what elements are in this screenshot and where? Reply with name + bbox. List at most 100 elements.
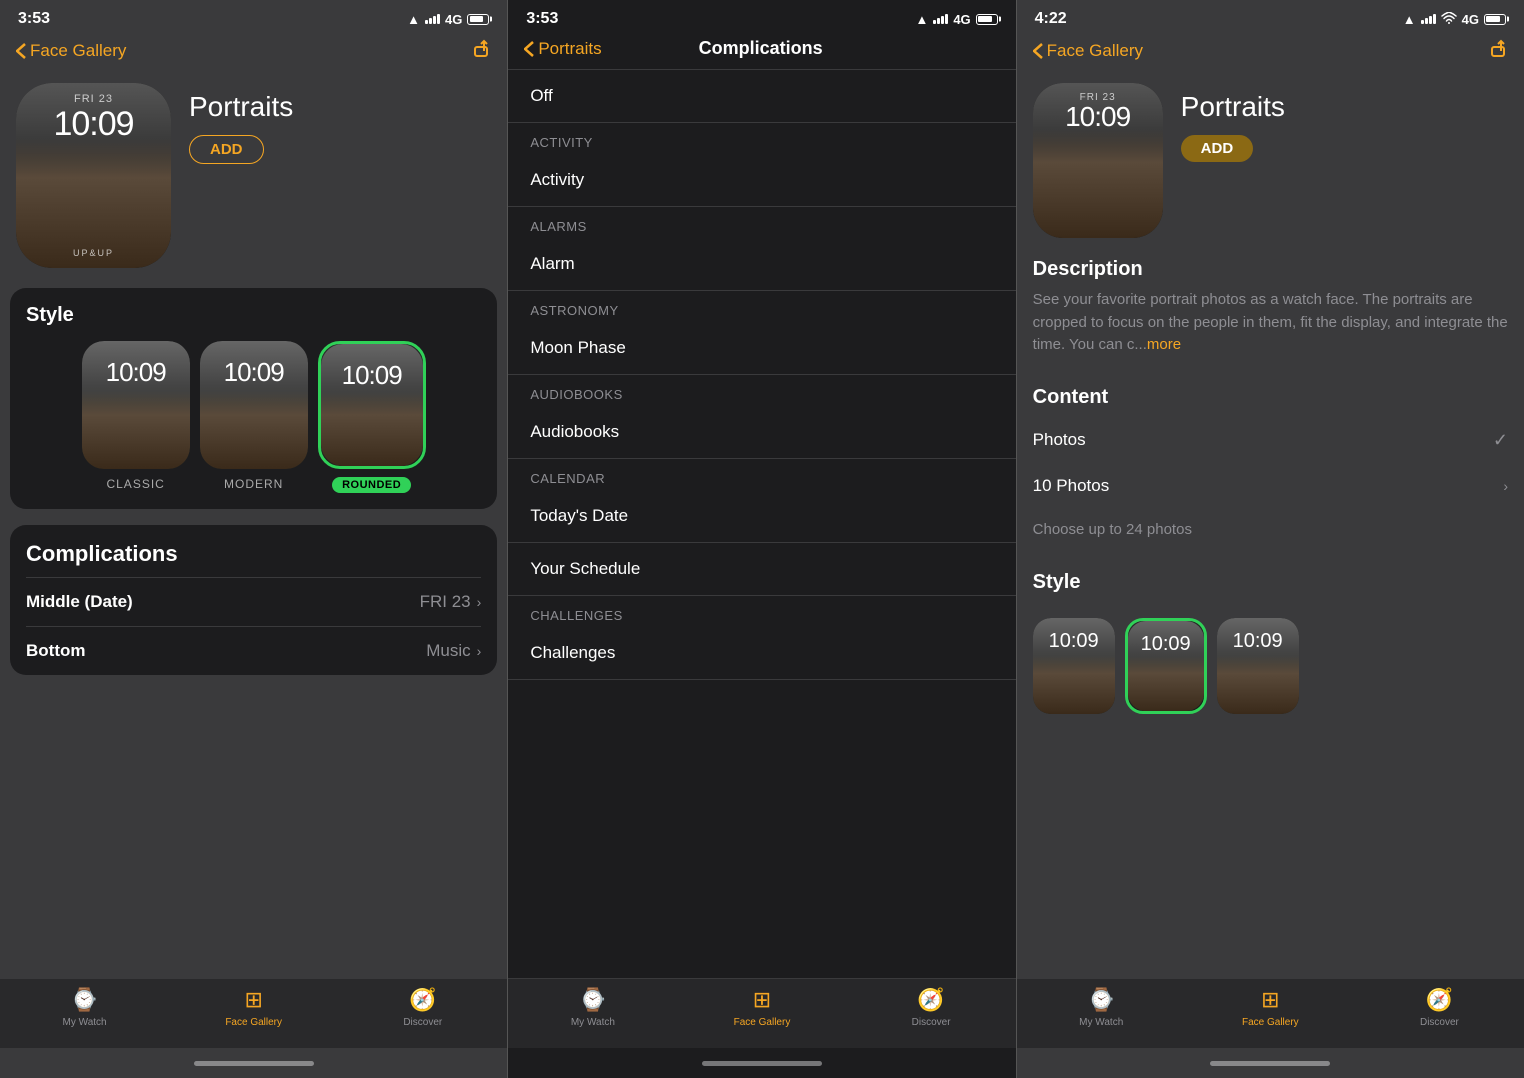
comp-item-yourschedule[interactable]: Your Schedule	[508, 543, 1015, 596]
tab-label-facegallery-right: Face Gallery	[1242, 1017, 1299, 1028]
content-label-10photos: 10 Photos	[1033, 476, 1110, 496]
tab-icon-facegallery-right: ⊞	[1261, 987, 1279, 1013]
location-icon-left: ▲	[407, 12, 420, 27]
comp-item-off[interactable]: Off	[508, 69, 1015, 123]
battery-right	[1484, 14, 1506, 25]
right-style-classic[interactable]: 10:09	[1033, 618, 1115, 714]
watch-time-left: 10:09	[16, 105, 171, 144]
location-icon-middle: ▲	[915, 12, 928, 27]
comp-item-todaysdate[interactable]: Today's Date	[508, 490, 1015, 543]
content-title: Content	[1033, 374, 1508, 417]
tab-discover-middle[interactable]: 🧭 Discover	[847, 987, 1016, 1028]
watch-info-right: Portraits ADD	[1181, 83, 1285, 162]
share-button-left[interactable]	[471, 38, 491, 63]
watch-face-right: FRI 23 10:09	[1033, 83, 1163, 238]
tab-icon-discover-middle: 🧭	[917, 987, 944, 1013]
nav-bar-left: Face Gallery	[0, 34, 507, 73]
style-watch-classic: 10:09	[82, 341, 190, 469]
comp-item-challenges[interactable]: Challenges	[508, 627, 1015, 680]
status-bar-middle: 3:53 ▲ 4G	[508, 0, 1015, 34]
comp-item-activity[interactable]: Activity	[508, 154, 1015, 207]
comp-row-label-bottom: Bottom	[26, 641, 85, 661]
tab-label-mywatch-left: My Watch	[63, 1017, 107, 1028]
network-label-middle: 4G	[953, 12, 970, 27]
tab-mywatch-middle[interactable]: ⌚ My Watch	[508, 987, 677, 1028]
tab-discover-right[interactable]: 🧭 Discover	[1355, 987, 1524, 1028]
nav-title-middle: Complications	[602, 38, 920, 59]
back-label-right: Face Gallery	[1047, 41, 1143, 61]
complications-title-left: Complications	[26, 525, 481, 577]
style-title-left: Style	[26, 304, 481, 327]
comp-item-audiobooks[interactable]: Audiobooks	[508, 406, 1015, 459]
battery-left	[467, 14, 489, 25]
tab-icon-mywatch-right: ⌚	[1088, 987, 1115, 1013]
comp-item-challenges-text: Challenges	[530, 643, 615, 662]
tab-bar-middle: ⌚ My Watch ⊞ Face Gallery 🧭 Discover	[508, 978, 1015, 1048]
complications-list: Off ACTIVITY Activity ALARMS Alarm ASTRO…	[508, 69, 1015, 978]
add-button-left[interactable]: ADD	[189, 135, 264, 164]
tab-icon-facegallery-left: ⊞	[244, 987, 262, 1013]
style-option-modern[interactable]: 10:09 MODERN	[200, 341, 308, 493]
content-right-10photos: ›	[1503, 478, 1508, 494]
tab-icon-mywatch-middle: ⌚	[579, 987, 606, 1013]
tab-facegallery-middle[interactable]: ⊞ Face Gallery	[677, 987, 846, 1028]
back-button-right[interactable]: Face Gallery	[1033, 41, 1143, 61]
watch-info-left: Portraits ADD	[189, 83, 293, 164]
watch-date-left: FRI 23	[16, 93, 171, 105]
status-icons-left: ▲ 4G	[407, 12, 489, 27]
chevron-icon-middle: ›	[477, 594, 482, 610]
watch-name-left: Portraits	[189, 91, 293, 123]
nav-bar-middle: Portraits Complications	[508, 34, 1015, 69]
comp-item-todaysdate-text: Today's Date	[530, 506, 628, 525]
tab-discover-left[interactable]: 🧭 Discover	[338, 987, 507, 1028]
signal-bars-right	[1421, 14, 1436, 24]
content-row-hint: Choose up to 24 photos	[1033, 508, 1508, 550]
chevron-icon-photos: ›	[1503, 478, 1508, 494]
add-button-right[interactable]: ADD	[1181, 135, 1254, 162]
panel-left: 3:53 ▲ 4G Face Gallery FRI 23 10:09	[0, 0, 507, 1078]
comp-item-alarm[interactable]: Alarm	[508, 238, 1015, 291]
tab-label-discover-middle: Discover	[912, 1017, 951, 1028]
comp-row-middle-date[interactable]: Middle (Date) FRI 23 ›	[26, 577, 481, 626]
status-icons-right: ▲ 4G	[1403, 12, 1506, 27]
tab-icon-mywatch-left: ⌚	[71, 987, 98, 1013]
style-options-left: 10:09 CLASSIC 10:09 MODERN 10:09	[26, 341, 481, 493]
tab-mywatch-right[interactable]: ⌚ My Watch	[1017, 987, 1186, 1028]
content-row-photos[interactable]: Photos ✓	[1033, 417, 1508, 463]
right-style-rounded[interactable]: 10:09	[1125, 618, 1207, 714]
content-row-10photos[interactable]: 10 Photos ›	[1033, 463, 1508, 508]
time-middle: 3:53	[526, 10, 558, 28]
tab-icon-discover-left: 🧭	[409, 987, 436, 1013]
chevron-icon-bottom: ›	[477, 643, 482, 659]
comp-section-activity: ACTIVITY	[508, 123, 1015, 154]
watch-preview-right: FRI 23 10:09 Portraits ADD	[1017, 73, 1524, 258]
status-icons-middle: ▲ 4G	[915, 12, 997, 27]
tab-label-facegallery-middle: Face Gallery	[734, 1017, 791, 1028]
tab-facegallery-right[interactable]: ⊞ Face Gallery	[1186, 987, 1355, 1028]
tab-facegallery-left[interactable]: ⊞ Face Gallery	[169, 987, 338, 1028]
comp-item-moonphase[interactable]: Moon Phase	[508, 322, 1015, 375]
style-option-rounded[interactable]: 10:09 ROUNDED	[318, 341, 426, 493]
comp-item-alarm-text: Alarm	[530, 254, 574, 273]
back-button-left[interactable]: Face Gallery	[16, 41, 126, 61]
time-left: 3:53	[18, 10, 50, 28]
right-style-modern[interactable]: 10:09	[1217, 618, 1299, 714]
more-link[interactable]: more	[1147, 336, 1181, 353]
style-option-classic[interactable]: 10:09 CLASSIC	[82, 341, 190, 493]
comp-row-label-middle: Middle (Date)	[26, 592, 133, 612]
back-button-middle[interactable]: Portraits	[524, 39, 601, 59]
description-title: Description	[1033, 258, 1508, 281]
share-button-right[interactable]	[1488, 38, 1508, 63]
comp-row-bottom[interactable]: Bottom Music ›	[26, 626, 481, 675]
tab-icon-discover-right: 🧭	[1426, 987, 1453, 1013]
comp-section-audiobooks: AUDIOBOOKS	[508, 375, 1015, 406]
style-options-right: 10:09 10:09 10:09	[1033, 618, 1508, 722]
watch-time-right: 10:09	[1033, 101, 1163, 133]
tab-mywatch-left[interactable]: ⌚ My Watch	[0, 987, 169, 1028]
comp-item-off-text: Off	[530, 86, 552, 105]
watch-label-left: UP&UP	[16, 248, 171, 258]
status-bar-right: 4:22 ▲ 4G	[1017, 0, 1524, 34]
tab-label-discover-right: Discover	[1420, 1017, 1459, 1028]
battery-middle	[976, 14, 998, 25]
panel-right: 4:22 ▲ 4G Face Gallery	[1017, 0, 1524, 1078]
